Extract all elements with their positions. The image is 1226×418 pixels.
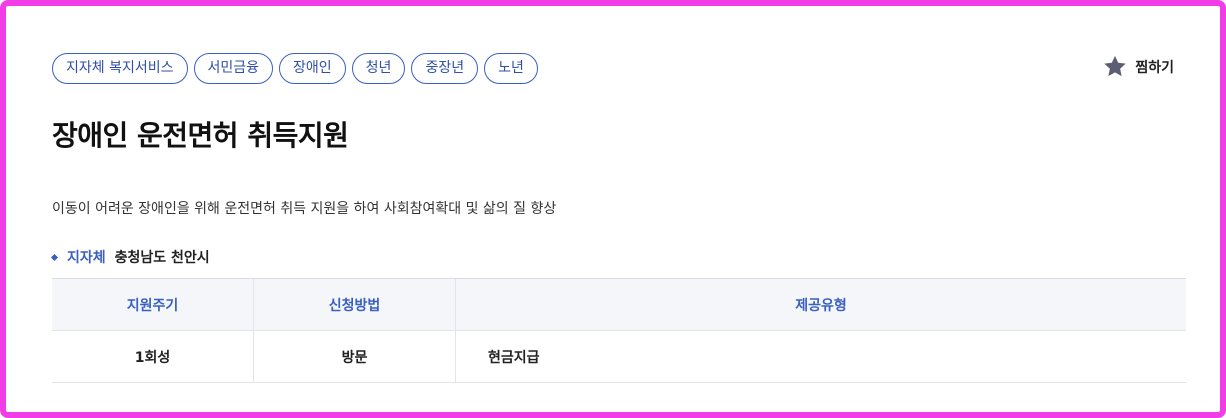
- cell-provision-type: 현금지급: [455, 330, 1186, 383]
- table-row: 1회성 방문 현금지급: [52, 330, 1186, 383]
- tag-senior[interactable]: 노년: [484, 53, 538, 84]
- header-support-cycle: 지원주기: [52, 278, 254, 331]
- tag-finance[interactable]: 서민금융: [193, 53, 274, 84]
- header-provision-type: 제공유형: [455, 278, 1186, 331]
- tag-middle-age[interactable]: 중장년: [411, 53, 479, 84]
- page-title: 장애인 운전면허 취득지원: [52, 119, 349, 152]
- service-info-table: 지원주기 신청방법 제공유형 1회성 방문 현금지급: [52, 278, 1186, 383]
- cell-application-method: 방문: [253, 330, 456, 383]
- table-header-row: 지원주기 신청방법 제공유형: [52, 278, 1186, 331]
- region-info: 지자체 충청남도 천안시: [50, 247, 210, 267]
- region-value: 충청남도 천안시: [114, 250, 210, 266]
- star-icon: [1102, 54, 1128, 79]
- tag-local-welfare[interactable]: 지자체 복지서비스: [52, 53, 188, 84]
- tag-disabled[interactable]: 장애인: [279, 53, 346, 84]
- tag-youth[interactable]: 청년: [351, 53, 406, 84]
- bullet-diamond-icon: [50, 253, 59, 261]
- page-frame: 지자체 복지서비스 서민금융 장애인 청년 중장년 노년 찜하기 장애인 운전면…: [0, 0, 1226, 418]
- header-application-method: 신청방법: [253, 278, 456, 331]
- category-tags: 지자체 복지서비스 서민금융 장애인 청년 중장년 노년: [52, 53, 538, 84]
- region-label: 지자체: [67, 250, 106, 266]
- service-description: 이동이 어려운 장애인을 위해 운전면허 취득 지원을 하여 사회참여확대 및 …: [52, 201, 557, 217]
- favorite-label: 찜하기: [1135, 59, 1174, 76]
- cell-support-cycle: 1회성: [52, 330, 254, 383]
- favorite-button[interactable]: 찜하기: [1102, 54, 1174, 79]
